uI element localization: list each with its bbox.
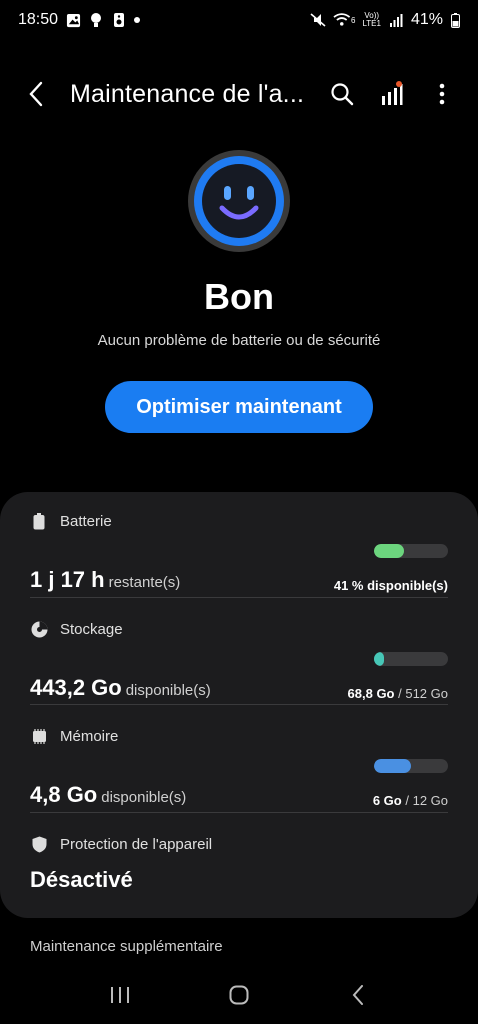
search-icon xyxy=(331,83,354,106)
smiley-face-inner xyxy=(202,164,276,238)
battery-icon xyxy=(450,12,460,28)
battery-bar-fill xyxy=(374,544,405,558)
device-status-hero: Bon Aucun problème de batterie ou de séc… xyxy=(0,150,478,433)
storage-used: 68,8 Go xyxy=(347,686,395,701)
storage-info: 68,8 Go / 512 Go xyxy=(348,652,448,701)
smiley-face-icon xyxy=(194,156,284,246)
protection-label: Protection de l'appareil xyxy=(60,835,213,853)
status-face-ring xyxy=(188,150,290,252)
chevron-left-icon xyxy=(352,985,364,1005)
notification-dot-icon xyxy=(396,81,402,87)
chevron-left-icon xyxy=(29,81,43,107)
battery-header: Batterie xyxy=(30,512,448,530)
battery-value: 1 j 17 h xyxy=(30,567,105,592)
memory-bar-fill xyxy=(374,759,411,773)
battery-available-text: 41 % disponible(s) xyxy=(333,578,448,593)
recent-apps-button[interactable] xyxy=(96,971,144,1019)
memory-bar xyxy=(374,759,448,773)
more-vertical-icon xyxy=(439,83,445,105)
memory-value-wrap: 4,8 Go disponible(s) xyxy=(30,782,186,808)
smile-icon xyxy=(219,186,259,220)
pie-chart-icon xyxy=(30,620,48,638)
memory-total: / 12 Go xyxy=(405,793,448,808)
lightbulb-icon xyxy=(88,12,104,28)
home-button[interactable] xyxy=(215,971,263,1019)
storage-usage: 68,8 Go / 512 Go xyxy=(348,686,448,701)
battery-icon xyxy=(30,512,48,530)
speaker-icon xyxy=(111,12,127,28)
storage-value: 443,2 Go xyxy=(30,675,122,700)
volte-indicator: Vo)) LTE1 xyxy=(362,12,381,28)
battery-value-wrap: 1 j 17 h restante(s) xyxy=(30,567,180,593)
back-nav-button[interactable] xyxy=(334,971,382,1019)
status-bar-right: 6 Vo)) LTE1 41% xyxy=(310,11,460,29)
back-button[interactable] xyxy=(14,72,58,116)
status-description: Aucun problème de batterie ou de sécurit… xyxy=(97,332,381,349)
battery-main: 1 j 17 h restante(s) 41 % disponible(s) xyxy=(30,544,448,593)
memory-unit: disponible(s) xyxy=(101,789,187,806)
storage-bar-fill xyxy=(374,652,384,666)
protection-main: Désactivé xyxy=(30,867,448,893)
battery-label: Batterie xyxy=(60,512,112,530)
protection-value: Désactivé xyxy=(30,867,133,892)
memory-chip-icon xyxy=(30,727,48,745)
divider xyxy=(30,597,448,598)
memory-main: 4,8 Go disponible(s) 6 Go / 12 Go xyxy=(30,759,448,808)
memory-used: 6 Go xyxy=(372,793,402,808)
storage-unit: disponible(s) xyxy=(125,682,211,699)
navigation-bar xyxy=(0,966,478,1024)
memory-info: 6 Go / 12 Go xyxy=(373,759,448,808)
status-word: Bon xyxy=(204,276,274,317)
additional-maintenance-heading: Maintenance supplémentaire xyxy=(30,938,223,955)
divider xyxy=(30,704,448,705)
wifi-icon: 6 xyxy=(333,12,355,28)
mute-icon xyxy=(310,12,326,28)
protection-row[interactable]: Protection de l'appareil Désactivé xyxy=(30,835,448,893)
page-title: Maintenance de l'a... xyxy=(70,79,305,108)
storage-main: 443,2 Go disponible(s) 68,8 Go / 512 Go xyxy=(30,652,448,701)
memory-value: 4,8 Go xyxy=(30,782,98,807)
storage-label: Stockage xyxy=(60,620,123,638)
app-bar: Maintenance de l'a... xyxy=(0,70,478,118)
battery-unit: restante(s) xyxy=(108,574,181,591)
shield-icon xyxy=(30,835,48,853)
home-icon xyxy=(229,985,249,1005)
optimize-now-button[interactable]: Optimiser maintenant xyxy=(105,381,373,433)
diagnostics-button[interactable] xyxy=(370,72,414,116)
battery-percent: 41% xyxy=(410,11,443,28)
status-bar-left: 18:50 xyxy=(18,11,141,29)
memory-label: Mémoire xyxy=(60,727,119,745)
storage-total: / 512 Go xyxy=(398,686,448,701)
more-notifications-dot-icon xyxy=(134,17,141,23)
memory-usage: 6 Go / 12 Go xyxy=(373,793,448,808)
more-options-button[interactable] xyxy=(420,72,464,116)
memory-header: Mémoire xyxy=(30,727,448,745)
app-actions xyxy=(320,72,464,116)
clock: 18:50 xyxy=(18,11,59,28)
battery-info: 41 % disponible(s) xyxy=(334,544,448,593)
memory-row[interactable]: Mémoire 4,8 Go disponible(s) 6 Go / 12 Go xyxy=(30,727,448,808)
recent-apps-icon xyxy=(110,987,129,1003)
battery-bar xyxy=(374,544,448,558)
storage-row[interactable]: Stockage 443,2 Go disponible(s) 68,8 Go /… xyxy=(30,620,448,701)
lte-label: LTE1 xyxy=(362,19,381,28)
storage-value-wrap: 443,2 Go disponible(s) xyxy=(30,675,211,701)
gallery-icon xyxy=(65,12,81,28)
divider xyxy=(30,812,448,813)
storage-bar xyxy=(374,652,448,666)
storage-header: Stockage xyxy=(30,620,448,638)
status-bar: 18:50 6 Vo)) LTE1 41% xyxy=(0,0,478,40)
search-button[interactable] xyxy=(320,72,364,116)
protection-header: Protection de l'appareil xyxy=(30,835,448,853)
wifi-6-badge: 6 xyxy=(350,15,356,25)
battery-row[interactable]: Batterie 1 j 17 h restante(s) 41 % dispon… xyxy=(30,512,448,593)
maintenance-card: Batterie 1 j 17 h restante(s) 41 % dispon… xyxy=(0,492,478,918)
battery-available: 41 % disponible(s) xyxy=(334,578,448,593)
signal-icon xyxy=(388,12,404,28)
